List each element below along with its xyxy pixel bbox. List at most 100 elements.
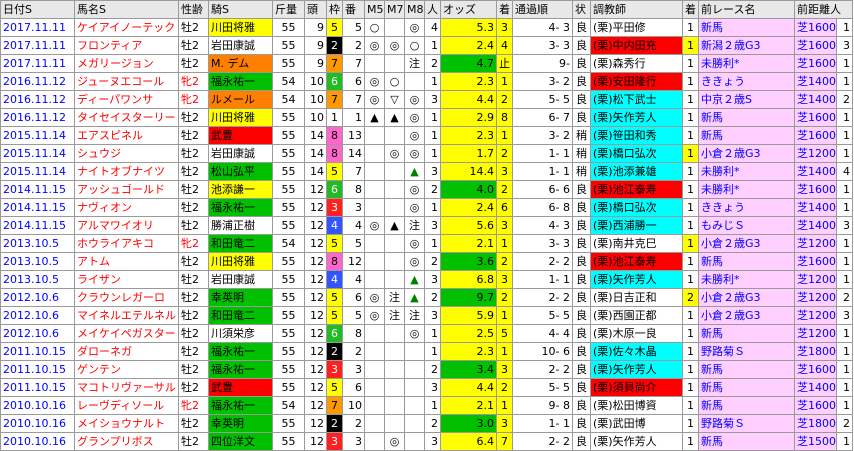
- table-row[interactable]: 2016.11.12 タイセイスターリー 牡2 川田将雅 55 10 1 1 ▲ ▲ ◎ 1 2.9 8 6…: [0, 108, 853, 127]
- cell-trainer: (栗)笹田和秀: [590, 126, 683, 145]
- col-prev-race[interactable]: 前レース名: [698, 0, 795, 19]
- col-chaku[interactable]: 着: [496, 0, 513, 19]
- cell-jockey: 川田将雅: [208, 18, 273, 37]
- cell-jockey: 松山弘平: [208, 162, 273, 181]
- cell-chaku: 8: [496, 108, 513, 127]
- cell-m8: 注: [404, 216, 425, 235]
- cell-waku: 8: [326, 126, 343, 145]
- cell-jockey: 福永祐一: [208, 198, 273, 217]
- table-row[interactable]: 2011.10.15 マコトリヴァーサル 牡2 武豊 55 12 5 6 3 4.4 2 5- 5 良(…: [0, 378, 853, 397]
- table-row[interactable]: 2015.11.14 シュウジ 牡2 岩田康誠 55 14 8 14 ◎ ◎ 1 1.7 2 1- 1 稍(…: [0, 144, 853, 163]
- cell-m5: [364, 360, 385, 379]
- cell-sex-age: 牡2: [178, 342, 209, 361]
- cell-m5: ◎: [364, 216, 385, 235]
- cell-baba: 良: [572, 414, 591, 433]
- table-row[interactable]: 2010.10.16 メイショウナルト 牡2 幸英明 55 12 2 2 2 3.0 3 1- 1 良(…: [0, 414, 853, 433]
- table-row[interactable]: 2017.11.11 メガリージョン 牡2 M. デム 55 9 7 7 注 2 4.7 止 9- 良 (栗…: [0, 54, 853, 73]
- col-prev-dist[interactable]: 前距離人: [794, 0, 853, 19]
- table-row[interactable]: 2011.10.15 ダローネガ 牡2 福永祐一 55 12 2 2 1 2.3 1 10- 6 良 (栗…: [0, 342, 853, 361]
- col-m7[interactable]: M7: [384, 0, 405, 19]
- cell-pop: 1: [424, 36, 441, 55]
- table-row[interactable]: 2012.10.6 クラウンレガーロ 牡2 幸英明 55 12 5 6 ◎ 注 ▲ 2 9.7 2 2- 2…: [0, 288, 853, 307]
- cell-weight: 55: [272, 108, 305, 127]
- cell-prev-dist: 芝1600: [794, 360, 837, 379]
- cell-baba: 良: [572, 396, 591, 415]
- cell-chaku: 1: [496, 234, 513, 253]
- cell-m8: ▲: [404, 288, 425, 307]
- cell-weight: 55: [272, 198, 305, 217]
- cell-horse: クラウンレガーロ: [74, 288, 179, 307]
- col-trainer[interactable]: 調教師: [590, 0, 683, 19]
- table-row[interactable]: 2013.10.5 ライザン 牡2 岩田康誠 55 12 4 4 ▲ 3 6.8 3 1- 1 良 (栗)矢…: [0, 270, 853, 289]
- cell-ban: 10: [342, 396, 365, 415]
- cell-m8: ○: [404, 36, 425, 55]
- cell-weight: 54: [272, 72, 305, 91]
- cell-prev-pop: 1: [836, 432, 853, 451]
- table-row[interactable]: 2017.11.11 ケイアイノーテック 牡2 川田将雅 55 9 5 5 ○ ◎ 4 5.3 3 4- …: [0, 18, 853, 37]
- cell-tsuka: 2- 2: [512, 252, 573, 271]
- table-row[interactable]: 2011.10.15 ゲンテン 牡2 福永祐一 55 12 3 3 2 3.4 3 2- 2 良 (栗)矢…: [0, 360, 853, 379]
- col-heads[interactable]: 頭: [304, 0, 327, 19]
- cell-m5: ◎: [364, 72, 385, 91]
- cell-date: 2017.11.11: [0, 54, 75, 73]
- cell-waku: 6: [326, 180, 343, 199]
- col-m5[interactable]: M5: [364, 0, 385, 19]
- col-odds[interactable]: オッズ: [440, 0, 497, 19]
- cell-prev-dist: 芝1600: [794, 126, 837, 145]
- table-row[interactable]: 2012.10.6 マイネルエテルネル 牡2 和田竜二 55 12 5 5 ◎ 注注 3 5.9 1 5-…: [0, 306, 853, 325]
- cell-odds: 2.1: [440, 396, 497, 415]
- cell-prev-chaku: 1: [682, 252, 699, 271]
- cell-tsuka: 1- 1: [512, 162, 573, 181]
- col-prev-chaku[interactable]: 着: [682, 0, 699, 19]
- cell-prev-chaku: 1: [682, 216, 699, 235]
- col-jockey[interactable]: 騎S: [208, 0, 273, 19]
- cell-prev-dist: 芝1600: [794, 108, 837, 127]
- table-row[interactable]: 2016.11.12 ディーパワンサ 牝2 ルメール 54 10 7 7 ◎ ▽ ◎ 3 4.4 2 5- …: [0, 90, 853, 109]
- table-row[interactable]: 2014.11.15 アルマワイオリ 牡2 勝浦正樹 55 12 4 4 ◎ ▲ 注 3 5.6 3 4- …: [0, 216, 853, 235]
- table-row[interactable]: 2012.10.6 メイケイペガスター 牡2 川須栄彦 55 12 6 8 ◎ 1 2.5 5 4- 4…: [0, 324, 853, 343]
- cell-waku: 2: [326, 36, 343, 55]
- cell-ban: 7: [342, 54, 365, 73]
- col-date[interactable]: 日付S: [0, 0, 75, 19]
- col-weight[interactable]: 斤量: [272, 0, 305, 19]
- col-horse[interactable]: 馬名S: [74, 0, 179, 19]
- table-row[interactable]: 2017.11.11 フロンティア 牡2 岩田康誠 55 9 2 2 ◎ ◎ ○ 1 2.4 4 3- 3良…: [0, 36, 853, 55]
- cell-pop: 1: [424, 198, 441, 217]
- cell-pop: 2: [424, 252, 441, 271]
- table-row[interactable]: 2013.10.5 ホウライアキコ 牝2 和田竜二 54 12 5 5 ◎ 1 2.1 1 3- 3 良(…: [0, 234, 853, 253]
- cell-trainer: (栗)武田博: [590, 414, 683, 433]
- table-row[interactable]: 2013.10.5 アトム 牡2 川田将雅 55 12 8 12 ◎ 2 3.6 2 2- 2 良 (栗)池…: [0, 252, 853, 271]
- table-row[interactable]: 2014.11.15 アッシュゴールド 牡2 池添謙一 55 12 6 8 ◎ 2 4.0 2 6- 6…: [0, 180, 853, 199]
- table-row[interactable]: 2016.11.12 ジューヌエコール 牝2 福永祐一 54 10 6 6 ◎ ○ 1 2.3 1 3- …: [0, 72, 853, 91]
- cell-prev-race: 新潟２歳G3: [698, 36, 795, 55]
- cell-odds: 2.3: [440, 72, 497, 91]
- cell-jockey: 福永祐一: [208, 342, 273, 361]
- cell-pop: 1: [424, 342, 441, 361]
- table-row[interactable]: 2015.11.14 ナイトオブナイツ 牡2 松山弘平 55 14 5 7 ▲ 3 14.4 3 1- …: [0, 162, 853, 181]
- cell-tsuka: 6- 7: [512, 108, 573, 127]
- cell-chaku: 1: [496, 342, 513, 361]
- col-m8[interactable]: M8: [404, 0, 425, 19]
- cell-trainer: (栗)佐々木晶: [590, 342, 683, 361]
- table-row[interactable]: 2010.10.16 グランプリボス 牡2 四位洋文 55 12 3 3 ◎ 3 6.4 7 2- 2良…: [0, 432, 853, 451]
- cell-heads: 12: [304, 324, 327, 343]
- cell-prev-race: 小倉２歳G3: [698, 306, 795, 325]
- col-pop[interactable]: 人: [424, 0, 441, 19]
- col-tsuka[interactable]: 通過順: [512, 0, 573, 19]
- table-body: 2017.11.11 ケイアイノーテック 牡2 川田将雅 55 9 5 5 ○ ◎ 4 5.3 3 4- …: [0, 18, 853, 451]
- col-ban[interactable]: 番: [342, 0, 365, 19]
- col-waku[interactable]: 枠: [326, 0, 343, 19]
- cell-m8: 注: [404, 54, 425, 73]
- cell-heads: 12: [304, 216, 327, 235]
- col-sex-age[interactable]: 性齢: [178, 0, 209, 19]
- cell-m7: [384, 126, 405, 145]
- cell-tsuka: 4- 4: [512, 324, 573, 343]
- cell-baba: 良: [572, 234, 591, 253]
- table-row[interactable]: 2010.10.16 レーヴディソール 牝2 福永祐一 54 12 7 10 1 2.1 1 9- 8…: [0, 396, 853, 415]
- cell-prev-race: 新馬: [698, 18, 795, 37]
- col-baba[interactable]: 状: [572, 0, 591, 19]
- cell-prev-race: 新馬: [698, 324, 795, 343]
- table-row[interactable]: 2014.11.15 ナヴィオン 牡2 福永祐一 55 12 3 3 ◎ 1 2.4 6 6- 8 良 (栗…: [0, 198, 853, 217]
- table-row[interactable]: 2015.11.14 エアスピネル 牡2 武豊 55 14 8 13 ◎ 1 2.3 1 3- 2 稍 (栗…: [0, 126, 853, 145]
- cell-date: 2013.10.5: [0, 234, 75, 253]
